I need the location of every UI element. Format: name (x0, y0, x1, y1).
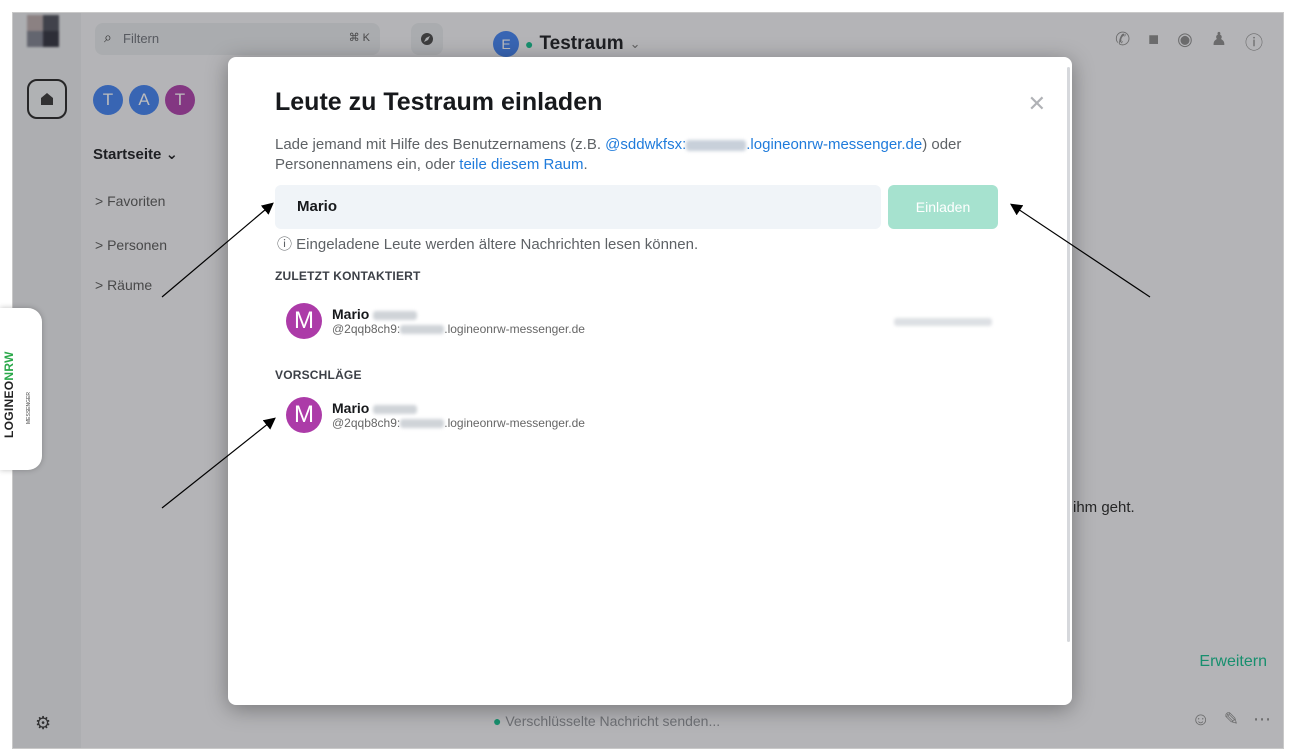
scrollbar[interactable] (1067, 67, 1070, 642)
example-username: @sddwkfsx: .logineonrw-messenger.de (605, 136, 922, 153)
share-room-link[interactable]: teile diesem Raum (459, 156, 583, 173)
logineo-badge: LOGINEONRW MESSENGER (0, 308, 42, 470)
user-name: Mario (332, 400, 585, 416)
recent-label: ZULETZT KONTAKTIERT (275, 269, 421, 283)
last-seen (894, 318, 992, 326)
user-id: @2qqb8ch9: .logineonrw-messenger.de (332, 322, 585, 336)
redacted (686, 139, 747, 151)
invite-button[interactable]: Einladen (888, 185, 998, 229)
dialog-title: Leute zu Testraum einladen (275, 88, 603, 116)
dialog-description: Lade jemand mit Hilfe des Benutzernamens… (275, 135, 1045, 175)
suggestions-label: VORSCHLÄGE (275, 368, 362, 382)
user-name: Mario (332, 306, 585, 322)
avatar: M (286, 303, 322, 339)
logineo-logo: LOGINEONRW (2, 351, 16, 438)
badge-brand-accent: NRW (2, 351, 16, 381)
avatar: M (286, 397, 322, 433)
user-id: @2qqb8ch9: .logineonrw-messenger.de (332, 416, 585, 430)
invite-search-input[interactable]: Mario (275, 185, 881, 229)
history-note: ⓘ Eingeladene Leute werden ältere Nachri… (277, 236, 699, 253)
desc-end: . (583, 156, 588, 173)
close-icon[interactable]: ✕ (1028, 91, 1046, 117)
example-end: .logineonrw-messenger.de (746, 136, 923, 153)
desc-prefix: Lade jemand mit Hilfe des Benutzernamens… (275, 136, 606, 153)
example-start: @sddwkfsx: (605, 136, 687, 153)
suggested-user-item[interactable]: M Mario @2qqb8ch9: .logineonrw-messenger.… (286, 397, 585, 433)
badge-sub: MESSENGER (26, 392, 32, 424)
recent-user-item[interactable]: M Mario @2qqb8ch9: .logineonrw-messenger.… (286, 303, 585, 339)
badge-brand: LOGINEO (2, 380, 16, 438)
invite-dialog: Leute zu Testraum einladen ✕ Lade jemand… (228, 57, 1072, 705)
